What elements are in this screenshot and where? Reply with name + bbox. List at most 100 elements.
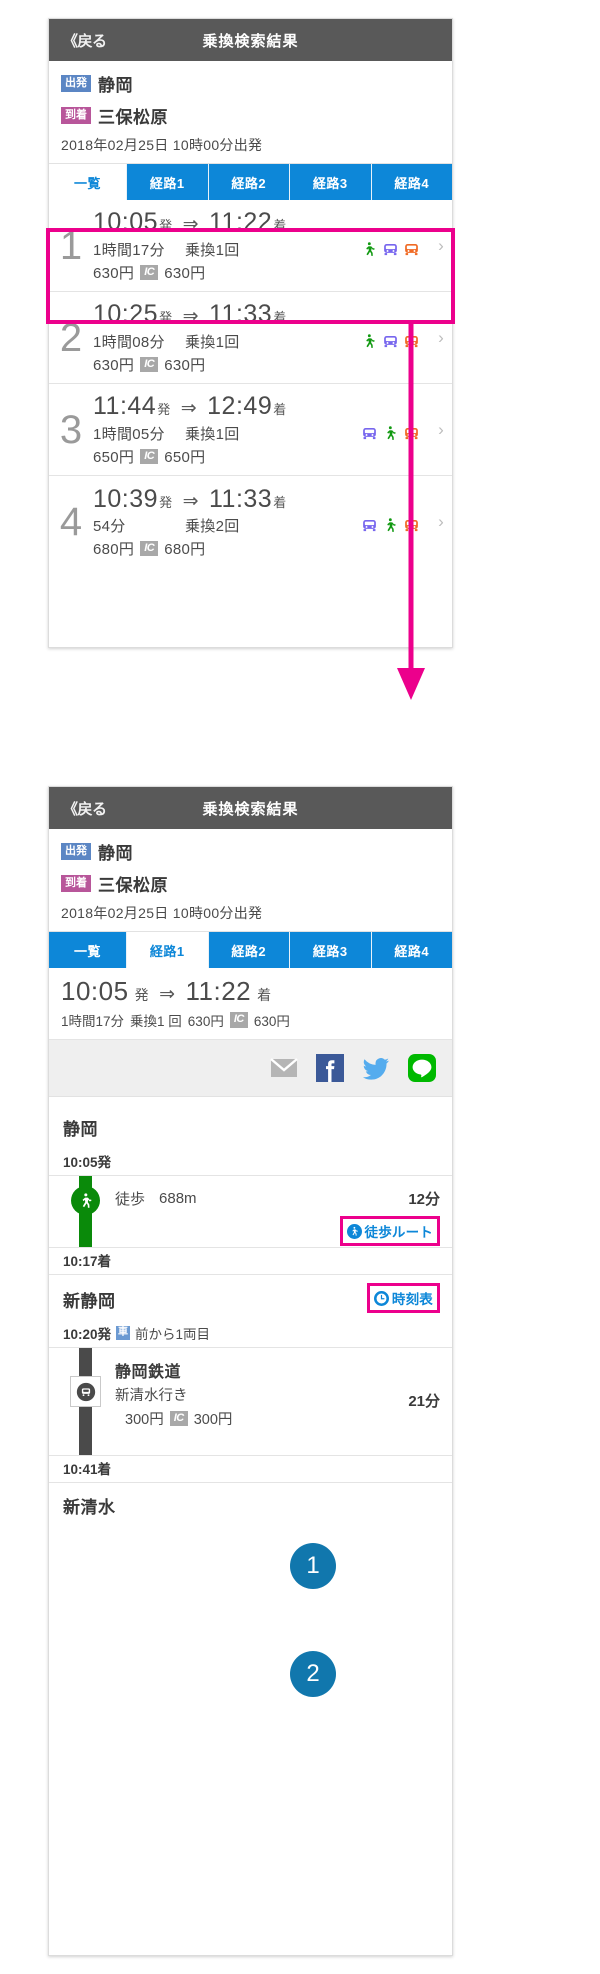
- tab-route4[interactable]: 経路4: [371, 932, 452, 968]
- clock-icon: [373, 1290, 389, 1306]
- tab-route4[interactable]: 経路4: [371, 164, 452, 200]
- back-button[interactable]: 《戻る: [63, 30, 107, 51]
- route-times: 10:05 発 ⇒ 11:22 着: [93, 208, 426, 237]
- train-icon: [382, 333, 399, 350]
- walk-icon: [361, 333, 378, 350]
- route-times: 10:39 発 ⇒ 11:33 着: [93, 485, 426, 514]
- route-item-4[interactable]: 4 10:39 発 ⇒ 11:33 着 54分 乗換2回 680円 IC 680…: [49, 476, 452, 568]
- route-fare-value: 630円: [93, 356, 135, 374]
- route-arrive-time: 11:22: [209, 208, 273, 237]
- line-icon[interactable]: [408, 1054, 436, 1082]
- route-times: 11:44 発 ⇒ 12:49 着: [93, 392, 426, 421]
- callout-bubble-2: 2: [290, 1651, 336, 1697]
- arrow-icon: ⇒: [182, 306, 199, 328]
- route-list-panel: 《戻る 乗換検索結果 出発 静岡 到着 三保松原 2018年02月25日 10時…: [48, 18, 453, 648]
- route-arrive-time: 12:49: [207, 392, 273, 421]
- detail-duration: 1時間17分: [61, 1014, 125, 1029]
- route-ic-fare: 680円: [164, 541, 206, 559]
- twitter-icon[interactable]: [362, 1054, 390, 1082]
- route-duration: 1時間08分: [93, 333, 165, 351]
- route-meta: 1時間17分 乗換1回: [93, 239, 426, 260]
- timeline-segment-train: 静岡鉄道 新清水行き 300円 IC 300円 21分: [49, 1348, 452, 1456]
- route-fare-value: 680円: [93, 541, 135, 559]
- search-summary: 出発 静岡 到着 三保松原 2018年02月25日 10時00分出発: [49, 829, 452, 931]
- detail-summary: 10:05 発 ⇒ 11:22 着 1時間17分 乗換1 回 630円 IC 6…: [49, 968, 452, 1040]
- route-arrive-time: 11:33: [209, 484, 273, 513]
- train-fare: 300円 IC 300円: [115, 1408, 440, 1429]
- route-meta: 1時間05分 乗換1回: [93, 423, 426, 444]
- route-duration: 54分: [93, 518, 126, 536]
- bus-icon: [403, 517, 420, 534]
- route-depart-suffix: 発: [159, 310, 173, 326]
- bus-icon: [403, 333, 420, 350]
- train-icon: [70, 1376, 101, 1407]
- detail-ic-fare: 630円: [253, 1014, 290, 1029]
- ic-badge: IC: [229, 1012, 248, 1028]
- route-depart-time: 10:39: [93, 484, 159, 513]
- detail-arrive-time: 11:22: [185, 976, 252, 1006]
- timeline-arrive-time-2: 10:41着: [63, 1462, 112, 1477]
- tab-route2[interactable]: 経路2: [208, 932, 290, 968]
- route-ic-fare: 650円: [164, 448, 206, 466]
- timetable-chip[interactable]: 時刻表: [366, 1283, 440, 1313]
- page-title: 乗換検索結果: [202, 800, 299, 818]
- tab-route3[interactable]: 経路3: [290, 164, 372, 200]
- train-minutes: 21分: [408, 1393, 440, 1410]
- route-body: 10:05 発 ⇒ 11:22 着 1時間17分 乗換1回 630円 IC 63…: [93, 208, 430, 283]
- train-icon: [361, 517, 378, 534]
- detail-summary-times: 10:05 発 ⇒ 11:22 着: [61, 976, 440, 1007]
- train-line-name: 静岡鉄道: [115, 1364, 182, 1381]
- route-number: 2: [59, 315, 83, 360]
- titlebar-top: 《戻る 乗換検索結果: [49, 19, 452, 61]
- arrow-icon: ⇒: [182, 490, 199, 512]
- route-arrive-suffix: 着: [273, 310, 287, 326]
- timeline-station-transfer: 新静岡 時刻表: [49, 1275, 452, 1321]
- timeline-station-next: 新清水: [63, 1498, 116, 1517]
- timeline-arrive-time: 10:17着: [63, 1254, 112, 1269]
- train-icon: [361, 425, 378, 442]
- timeline-time-arrive-2: 10:41着: [49, 1456, 452, 1483]
- tab-route2[interactable]: 経路2: [208, 164, 290, 200]
- departure-tag: 出発: [61, 843, 91, 860]
- departure-row: 出発 静岡: [61, 839, 440, 864]
- tab-overview[interactable]: 一覧: [49, 164, 127, 200]
- train-segment-body: 静岡鉄道 新清水行き 300円 IC 300円: [49, 1348, 452, 1441]
- walk-distance: 688m: [159, 1190, 197, 1207]
- facebook-icon[interactable]: [316, 1054, 344, 1082]
- tab-route3[interactable]: 経路3: [290, 932, 372, 968]
- arrival-station: 三保松原: [98, 876, 168, 895]
- car-position-icon: 車: [116, 1326, 131, 1340]
- back-button[interactable]: 《戻る: [63, 798, 107, 819]
- train-ic-fare: 300円: [193, 1412, 233, 1428]
- departure-station: 静岡: [98, 844, 133, 863]
- route-arrive-time: 11:33: [209, 300, 273, 329]
- tab-bar-top: 一覧 経路1 経路2 経路3 経路4: [49, 163, 452, 200]
- route-meta: 1時間08分 乗換1回: [93, 331, 426, 352]
- tab-overview[interactable]: 一覧: [49, 932, 127, 968]
- route-mode-icons: [361, 425, 426, 442]
- departure-tag: 出発: [61, 75, 91, 92]
- timeline-depart-time-2: 10:20発: [63, 1327, 112, 1342]
- arrival-station: 三保松原: [98, 108, 168, 127]
- route-times: 10:25 発 ⇒ 11:33 着: [93, 300, 426, 329]
- route-item-3[interactable]: 3 11:44 発 ⇒ 12:49 着 1時間05分 乗換1回 650円 IC …: [49, 384, 452, 476]
- route-fare-value: 630円: [93, 264, 135, 282]
- car-position-note: 前から1両目: [135, 1327, 211, 1342]
- search-datetime: 2018年02月25日 10時00分出発: [61, 137, 263, 153]
- detail-fare: 630円: [187, 1014, 224, 1029]
- detail-arrive-suffix: 着: [257, 987, 272, 1003]
- walk-route-chip-wrap: 徒歩ルート: [339, 1216, 440, 1246]
- ic-badge: IC: [140, 448, 159, 464]
- walk-route-chip[interactable]: 徒歩ルート: [339, 1216, 440, 1246]
- departure-station: 静岡: [98, 76, 133, 95]
- detail-transfers: 乗換1 回: [130, 1014, 182, 1029]
- route-depart-suffix: 発: [159, 218, 173, 234]
- route-fare: 630円 IC 630円: [93, 262, 426, 283]
- route-item-2[interactable]: 2 10:25 発 ⇒ 11:33 着 1時間08分 乗換1回 630円 IC …: [49, 292, 452, 384]
- tab-route1[interactable]: 経路1: [127, 164, 209, 200]
- route-list: 1 10:05 発 ⇒ 11:22 着 1時間17分 乗換1回 630円 IC …: [49, 200, 452, 568]
- route-transfers: 乗換2回: [185, 518, 240, 536]
- mail-icon[interactable]: [270, 1054, 298, 1082]
- tab-route1[interactable]: 経路1: [127, 932, 209, 968]
- route-item-1[interactable]: 1 10:05 発 ⇒ 11:22 着 1時間17分 乗換1回 630円 IC …: [49, 200, 452, 292]
